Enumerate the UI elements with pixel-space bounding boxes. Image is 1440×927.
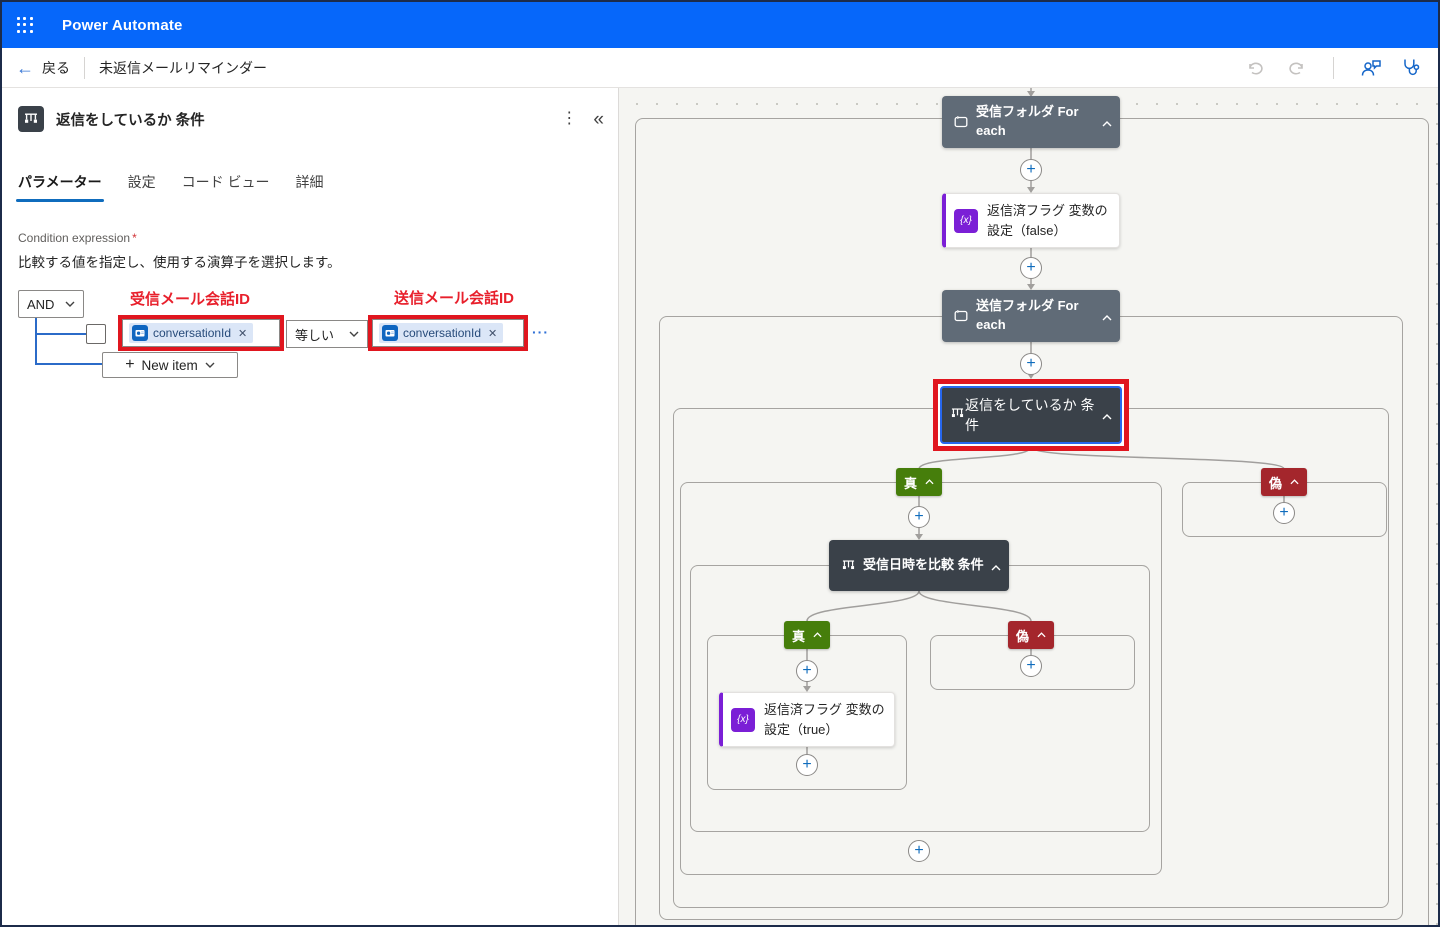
waffle-icon: [16, 16, 34, 34]
tab-about[interactable]: 詳細: [295, 172, 323, 202]
builder-tree-line: [35, 318, 37, 364]
redo-button[interactable]: [1279, 53, 1313, 83]
back-button[interactable]: ← 戻る: [16, 58, 70, 78]
flow-toolbar: ← 戻る 未返信メールリマインダー: [2, 48, 1438, 88]
chevron-down-icon: [349, 331, 359, 337]
group-operator-dropdown[interactable]: AND: [18, 290, 84, 318]
annotation-box-condition-reply: 返信をしているか 条件: [933, 379, 1129, 451]
builder-tree-line: [35, 333, 86, 335]
insert-step-button[interactable]: +: [1020, 257, 1042, 279]
condition-description: 比較する値を指定し、使用する演算子を選択します。: [18, 255, 341, 270]
false-branch-badge[interactable]: 偽: [1261, 468, 1307, 496]
row-more-options[interactable]: ···: [532, 324, 549, 340]
undo-button[interactable]: [1239, 53, 1273, 83]
redo-icon: [1289, 62, 1303, 75]
flow-designer-canvas[interactable]: + + + + + + + + + 受信フォルダ For each {x} 返信…: [619, 88, 1438, 925]
insert-step-button[interactable]: +: [908, 506, 930, 528]
toolbar-divider: [84, 56, 85, 79]
condition-expression-label: Condition expression *: [18, 231, 137, 245]
chevron-down-icon: [205, 362, 215, 368]
node-foreach-inbox[interactable]: 受信フォルダ For each: [942, 96, 1120, 148]
collapse-node-chevron-icon[interactable]: [991, 558, 1001, 574]
top-app-bar: Power Automate: [2, 2, 1438, 48]
flow-title-breadcrumb: 未返信メールリマインダー: [99, 59, 267, 76]
collapse-node-chevron-icon[interactable]: [1102, 308, 1112, 324]
inner-false-branch-badge[interactable]: 偽: [1008, 621, 1054, 649]
plus-icon: +: [125, 356, 135, 373]
annotation-box-left-operand: conversationId ✕: [118, 315, 284, 351]
more-actions-button[interactable]: ⋮: [561, 111, 577, 127]
node-condition-reply[interactable]: 返信をしているか 条件: [940, 386, 1122, 444]
insert-step-button[interactable]: +: [908, 840, 930, 862]
insert-step-button[interactable]: +: [796, 660, 818, 682]
collapse-node-chevron-icon[interactable]: [1102, 407, 1112, 423]
condition-icon: [950, 407, 965, 423]
node-foreach-sent[interactable]: 送信フォルダ For each: [942, 290, 1120, 342]
panel-title: 返信をしているか 条件: [56, 112, 205, 129]
annotation-box-right-operand: conversationId ✕: [368, 315, 528, 351]
stethoscope-icon: [1404, 59, 1420, 76]
back-arrow-icon: ←: [16, 57, 34, 78]
remove-token-icon[interactable]: ✕: [488, 327, 497, 340]
inner-true-branch-badge[interactable]: 真: [784, 621, 830, 649]
app-launcher-button[interactable]: [2, 2, 48, 48]
condition-icon: [837, 559, 859, 572]
collapse-node-chevron-icon[interactable]: [1102, 114, 1112, 130]
foreach-loop-icon: [950, 310, 972, 322]
remove-token-icon[interactable]: ✕: [238, 327, 247, 340]
outlook-icon: [132, 325, 148, 341]
flow-checker-button[interactable]: [1394, 53, 1428, 83]
conversationid-token[interactable]: conversationId ✕: [379, 323, 504, 343]
variable-icon: {x}: [731, 707, 755, 732]
app-window: Power Automate ← 戻る 未返信メールリマインダー 返信をしている…: [0, 0, 1440, 927]
tab-code-view[interactable]: コード ビュー: [182, 172, 270, 202]
collapse-branch-chevron-icon: [1037, 632, 1046, 638]
collapse-branch-chevron-icon: [1290, 479, 1299, 485]
copilot-button[interactable]: [1354, 53, 1388, 83]
condition-action-icon: [18, 106, 44, 132]
new-item-button[interactable]: + New item: [102, 352, 238, 378]
insert-step-button[interactable]: +: [1273, 502, 1295, 524]
collapse-branch-chevron-icon: [813, 632, 822, 638]
conversationid-token[interactable]: conversationId ✕: [129, 323, 254, 343]
insert-step-button[interactable]: +: [1020, 353, 1042, 375]
insert-step-button[interactable]: +: [1020, 159, 1042, 181]
node-condition-datetime[interactable]: 受信日時を比較 条件: [829, 540, 1009, 591]
tab-parameters[interactable]: パラメーター: [16, 172, 104, 202]
insert-step-button[interactable]: +: [1020, 655, 1042, 677]
operator-dropdown[interactable]: 等しい: [286, 320, 368, 348]
tab-settings[interactable]: 設定: [128, 172, 156, 202]
app-title: Power Automate: [62, 16, 183, 34]
chevron-down-icon: [65, 301, 75, 307]
left-operand-field[interactable]: conversationId ✕: [122, 319, 280, 347]
true-branch-badge[interactable]: 真: [896, 468, 942, 496]
action-properties-panel: 返信をしているか 条件 ⋮ « パラメーター 設定 コード ビュー 詳細 Con…: [2, 88, 619, 925]
annotation-received-mail-conversation-id: 受信メール会話ID: [130, 291, 251, 308]
node-set-variable-true[interactable]: {x} 返信済フラグ 変数の設定（true）: [719, 692, 895, 747]
collapse-panel-button[interactable]: «: [593, 110, 604, 129]
outlook-icon: [382, 325, 398, 341]
right-operand-field[interactable]: conversationId ✕: [372, 319, 524, 347]
variable-icon: {x}: [954, 208, 978, 233]
node-set-variable-false[interactable]: {x} 返信済フラグ 変数の設定（false）: [942, 193, 1120, 248]
collapse-branch-chevron-icon: [925, 479, 934, 485]
builder-tree-line: [35, 363, 102, 365]
copilot-person-chat-icon: [1361, 59, 1381, 76]
insert-step-button[interactable]: +: [796, 754, 818, 776]
panel-tabs: パラメーター 設定 コード ビュー 詳細: [16, 172, 323, 202]
annotation-sent-mail-conversation-id: 送信メール会話ID: [394, 290, 515, 307]
undo-icon: [1249, 62, 1263, 75]
foreach-loop-icon: [950, 116, 972, 128]
toolbar-divider: [1333, 56, 1334, 79]
condition-row-checkbox[interactable]: [86, 324, 106, 344]
